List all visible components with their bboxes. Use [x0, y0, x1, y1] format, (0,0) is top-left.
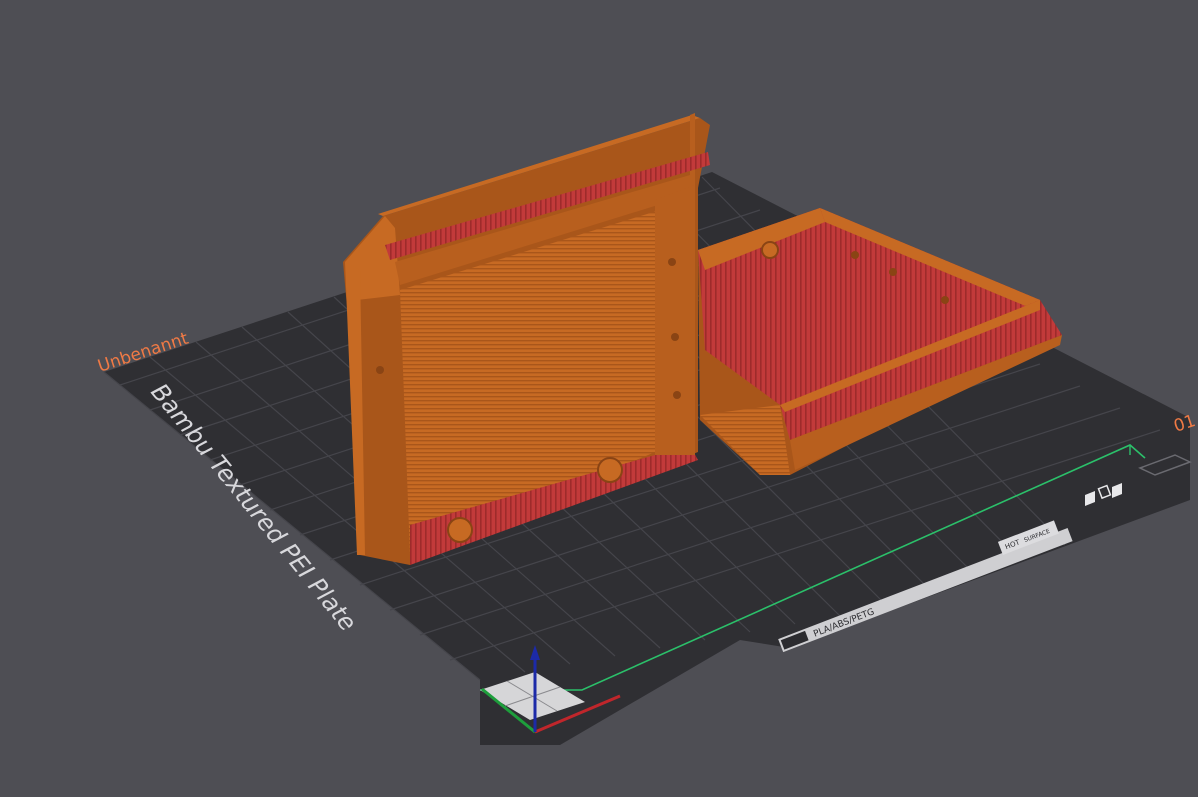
3d-viewport[interactable]: Unbenannt Bambu Textured PEI Plate 01 PL…	[0, 0, 1198, 797]
viewport-canvas[interactable]: Unbenannt Bambu Textured PEI Plate 01 PL…	[0, 0, 1198, 797]
